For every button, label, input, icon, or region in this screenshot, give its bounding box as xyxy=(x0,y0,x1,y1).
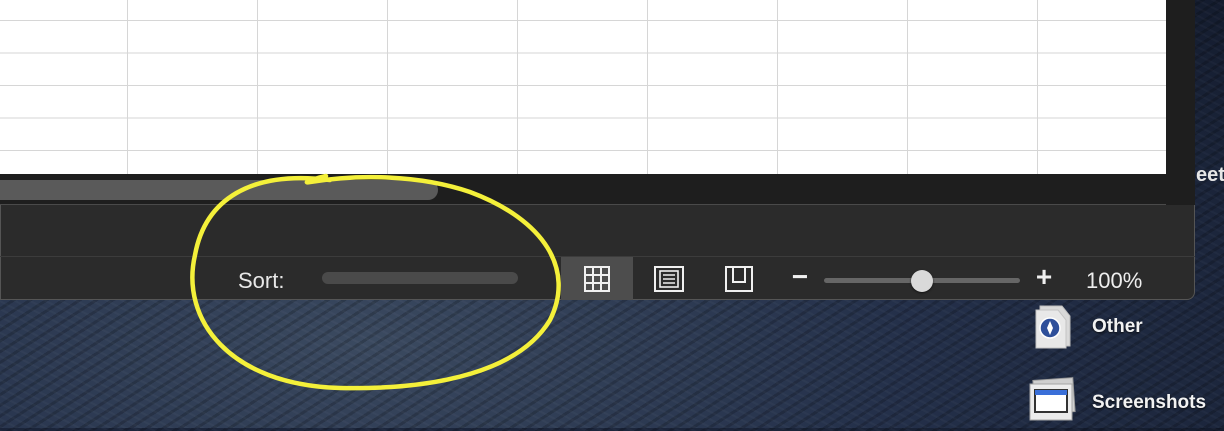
highlight-annotation-circle xyxy=(190,173,561,391)
